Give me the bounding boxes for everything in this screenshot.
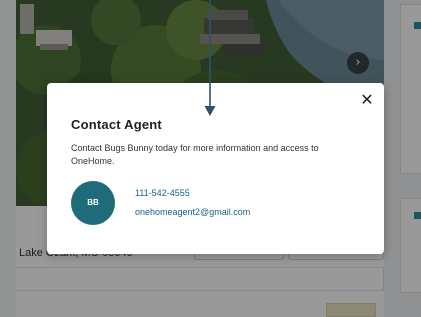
- agent-initials: BB: [87, 198, 99, 207]
- agent-avatar: BB: [71, 181, 115, 225]
- agent-email-link[interactable]: onehomeagent2@gmail.com: [135, 207, 250, 217]
- modal-title: Contact Agent: [71, 117, 162, 132]
- modal-description: Contact Bugs Bunny today for more inform…: [71, 143, 319, 166]
- agent-phone-link[interactable]: 111-542-4555: [135, 188, 190, 198]
- close-button[interactable]: ✕: [360, 90, 374, 109]
- contact-agent-modal: ✕ Contact Agent Contact Bugs Bunny today…: [47, 83, 384, 254]
- close-icon: ✕: [360, 90, 374, 109]
